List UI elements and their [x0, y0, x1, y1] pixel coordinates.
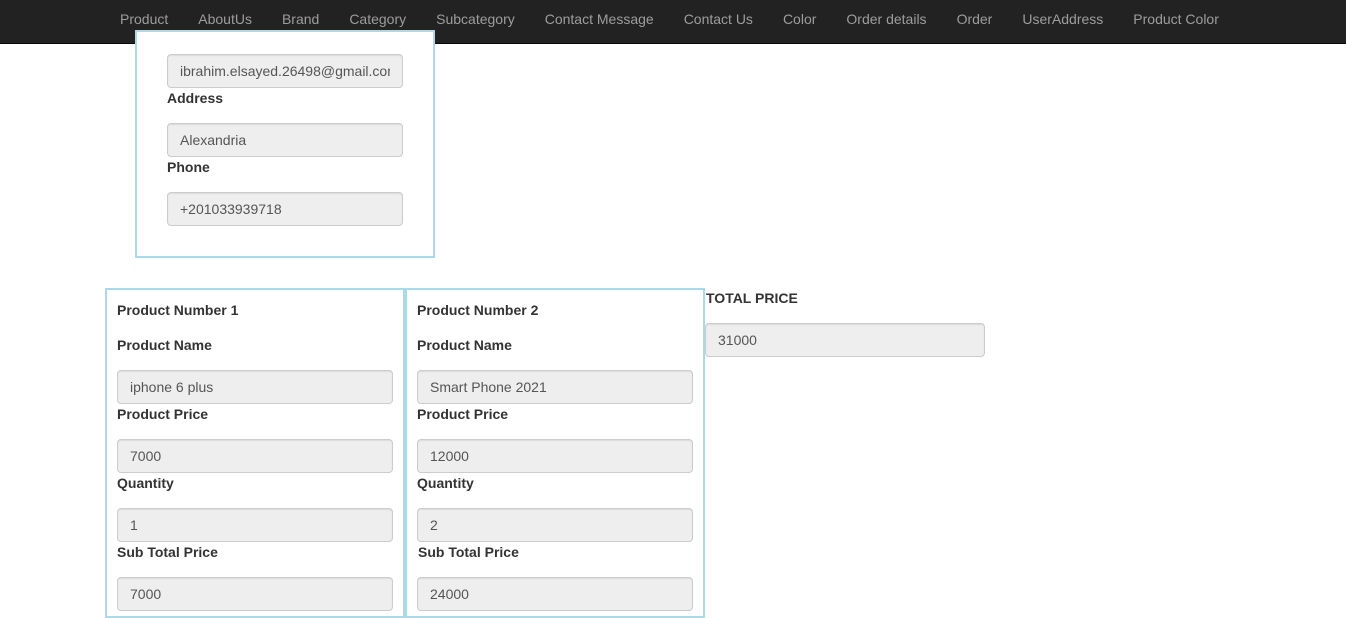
phone-label: Phone [167, 159, 210, 175]
product-1-subtotal-label: Sub Total Price [117, 544, 218, 560]
address-label: Address [167, 90, 224, 106]
address-field[interactable] [167, 123, 403, 157]
nav-item-order[interactable]: Order [942, 0, 1008, 38]
product-2-price-label: Product Price [417, 406, 509, 422]
product-1-quantity-label: Quantity [117, 475, 174, 491]
nav-item-contact-message[interactable]: Contact Message [530, 0, 669, 38]
product-2-subtotal-label: Sub Total Price [418, 544, 519, 560]
product-1-price-label: Product Price [117, 406, 209, 422]
product-2-quantity-label: Quantity [417, 475, 474, 491]
product-2-subtotal-field[interactable] [417, 577, 693, 611]
product-1-name-field[interactable] [117, 370, 393, 404]
product-2-price-field[interactable] [417, 439, 693, 473]
product-1-name-label: Product Name [117, 337, 212, 353]
product-2-heading: Product Number 2 [417, 302, 539, 318]
nav-item-order-details[interactable]: Order details [831, 0, 941, 38]
total-price-label: TOTAL PRICE [706, 290, 798, 306]
total-price-field[interactable] [705, 323, 985, 357]
nav-item-subcategory[interactable]: Subcategory [421, 0, 530, 38]
product-1-quantity-field[interactable] [117, 508, 393, 542]
nav-item-useraddress[interactable]: UserAddress [1007, 0, 1118, 38]
nav-item-color[interactable]: Color [768, 0, 831, 38]
product-2-name-label: Product Name [417, 337, 512, 353]
product-1-subtotal-field[interactable] [117, 577, 393, 611]
product-2-name-field[interactable] [417, 370, 693, 404]
product-2-quantity-field[interactable] [417, 508, 693, 542]
nav-item-contact-us[interactable]: Contact Us [669, 0, 768, 38]
phone-field[interactable] [167, 192, 403, 226]
email-field[interactable] [167, 54, 403, 88]
nav-item-product-color[interactable]: Product Color [1118, 0, 1234, 38]
product-1-price-field[interactable] [117, 439, 393, 473]
product-1-heading: Product Number 1 [117, 302, 239, 318]
